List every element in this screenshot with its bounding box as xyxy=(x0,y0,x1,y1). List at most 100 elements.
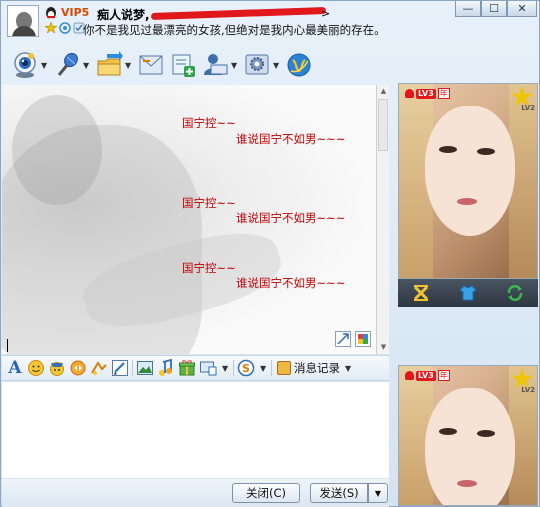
microphone-icon xyxy=(57,52,78,76)
toolbar-divider xyxy=(233,360,234,376)
close-window-button[interactable]: ✕ xyxy=(507,1,537,17)
expand-icon[interactable] xyxy=(335,331,351,347)
chat-corner-tools xyxy=(335,331,371,347)
photo-eye xyxy=(439,146,457,153)
video-call-button[interactable]: ▼ xyxy=(11,49,49,81)
envelope-icon xyxy=(139,55,163,75)
chat-message: 谁说国宁不如男~~~ xyxy=(236,211,346,225)
contact-signature: 你不是我见过最漂亮的女孩,但绝对是我内心最美丽的存在。 xyxy=(83,22,386,38)
background-figure-head xyxy=(12,95,102,205)
change-outfit-icon[interactable] xyxy=(412,284,430,302)
maximize-button[interactable]: ☐ xyxy=(481,1,507,17)
chat-message: 谁说国宁不如男~~~ xyxy=(236,132,346,146)
remote-user-icon xyxy=(204,54,228,75)
app-settings-button[interactable]: ▼ xyxy=(243,49,281,81)
star-level-label: LV2 xyxy=(521,104,535,112)
chat-message: 国宁控~~ xyxy=(182,196,236,210)
scroll-down-icon[interactable]: ▼ xyxy=(377,341,390,354)
toolbar-divider xyxy=(132,360,133,376)
year-badge: 年 xyxy=(437,88,450,99)
emoji-icon[interactable] xyxy=(27,359,45,377)
send-options-dropdown[interactable]: ▼ xyxy=(368,483,388,503)
remote-assist-dropdown-icon[interactable]: ▼ xyxy=(231,61,239,70)
window-controls: — ☐ ✕ xyxy=(455,1,537,17)
photo-lips xyxy=(457,480,477,487)
send-file-button[interactable]: ▼ xyxy=(95,49,133,81)
redacted-number-mark xyxy=(150,6,327,21)
star-level-label: LV2 xyxy=(521,386,535,394)
video-call-dropdown-icon[interactable]: ▼ xyxy=(41,61,49,70)
photo-face xyxy=(425,388,515,505)
payment-dropdown-icon[interactable]: ▼ xyxy=(260,364,268,373)
chat-message: 谁说国宁不如男~~~ xyxy=(236,276,346,290)
webcam-icon xyxy=(14,52,36,78)
signature-text: 你不是我见过最漂亮的女孩,但绝对是我内心最美丽的存在。 xyxy=(83,23,386,37)
star-level-badge: LV2 xyxy=(511,368,535,394)
format-toolbar: A ▼ S ▼ 消息记录 ▼ xyxy=(2,355,389,381)
folder-arrow-icon xyxy=(97,51,123,76)
contact-avatar[interactable] xyxy=(7,5,39,37)
send-button[interactable]: 发送(S) xyxy=(310,483,368,503)
level-label: LV3 xyxy=(416,370,436,381)
refresh-icon[interactable] xyxy=(506,284,524,302)
star-icon xyxy=(45,22,57,34)
add-contact-icon xyxy=(172,54,195,77)
remote-assist-button[interactable]: ▼ xyxy=(201,49,239,81)
message-input[interactable] xyxy=(2,382,389,478)
clothing-icon[interactable] xyxy=(459,284,477,302)
gear-icon xyxy=(245,54,269,75)
message-history-dropdown-icon[interactable]: ▼ xyxy=(345,364,353,373)
shake-window-icon[interactable] xyxy=(69,359,87,377)
qq-penguin-icon xyxy=(46,7,56,19)
skin-palette-icon[interactable] xyxy=(355,331,371,347)
chat-scrollbar[interactable]: ▲ ▼ xyxy=(376,85,389,354)
toolbar-divider xyxy=(271,360,272,376)
main-toolbar: ▼ ▼ ▼ ▼ ▼ xyxy=(11,49,313,81)
photo-lips xyxy=(457,198,477,205)
doodle-icon[interactable] xyxy=(111,359,129,377)
voice-call-dropdown-icon[interactable]: ▼ xyxy=(83,61,91,70)
level-label: LV3 xyxy=(416,88,436,99)
payment-icon[interactable]: S xyxy=(237,359,255,377)
voice-call-button[interactable]: ▼ xyxy=(53,49,91,81)
qq-zone-button[interactable] xyxy=(285,49,313,81)
font-icon[interactable]: A xyxy=(6,358,24,378)
magic-emoji-icon[interactable] xyxy=(48,359,66,377)
chat-message: 国宁控~~ xyxy=(182,116,236,130)
music-icon[interactable] xyxy=(157,359,175,377)
scroll-thumb[interactable] xyxy=(378,99,388,151)
app-settings-dropdown-icon[interactable]: ▼ xyxy=(273,61,281,70)
message-history-button[interactable]: 消息记录 ▼ xyxy=(277,360,353,376)
send-image-icon[interactable] xyxy=(136,359,154,377)
level-badge: LV3 年 xyxy=(405,88,450,99)
history-icon xyxy=(277,361,291,375)
contact-show-photo[interactable]: LV3 年 LV2 xyxy=(398,83,538,279)
globe-icon xyxy=(287,53,311,77)
message-history-label: 消息记录 xyxy=(294,361,340,375)
level-badge: LV3 年 xyxy=(405,370,450,381)
screenshot-icon[interactable] xyxy=(199,359,217,377)
vip-badge: VIP5 xyxy=(61,6,90,19)
right-panel: LV3 年 LV2 LV3 年 LV2 xyxy=(393,83,539,507)
gift-icon[interactable] xyxy=(178,359,196,377)
my-show-photo[interactable]: LV3 年 LV2 xyxy=(398,365,538,506)
contact-nickname: 痴人说梦, xyxy=(97,8,150,22)
scroll-up-icon[interactable]: ▲ xyxy=(377,85,390,98)
chat-history[interactable]: 国宁控~~ 谁说国宁不如男~~~ 国宁控~~ 谁说国宁不如男~~~ 国宁控~~ … xyxy=(2,85,376,354)
svg-text:S: S xyxy=(242,362,250,375)
close-button[interactable]: 关闭(C) xyxy=(232,483,300,503)
chat-message: 国宁控~~ xyxy=(182,261,236,275)
send-email-button[interactable] xyxy=(137,49,165,81)
mobile-qq-icon xyxy=(59,22,71,34)
voice-message-icon[interactable] xyxy=(90,359,108,377)
minimize-button[interactable]: — xyxy=(455,1,481,17)
redacted-tail: > xyxy=(321,7,331,20)
status-icons xyxy=(45,22,85,34)
text-cursor xyxy=(7,339,8,352)
create-group-button[interactable] xyxy=(169,49,197,81)
heart-icon xyxy=(405,371,414,380)
avatar-body xyxy=(12,26,36,36)
screenshot-dropdown-icon[interactable]: ▼ xyxy=(222,364,230,373)
heart-icon xyxy=(405,89,414,98)
send-file-dropdown-icon[interactable]: ▼ xyxy=(125,61,133,70)
